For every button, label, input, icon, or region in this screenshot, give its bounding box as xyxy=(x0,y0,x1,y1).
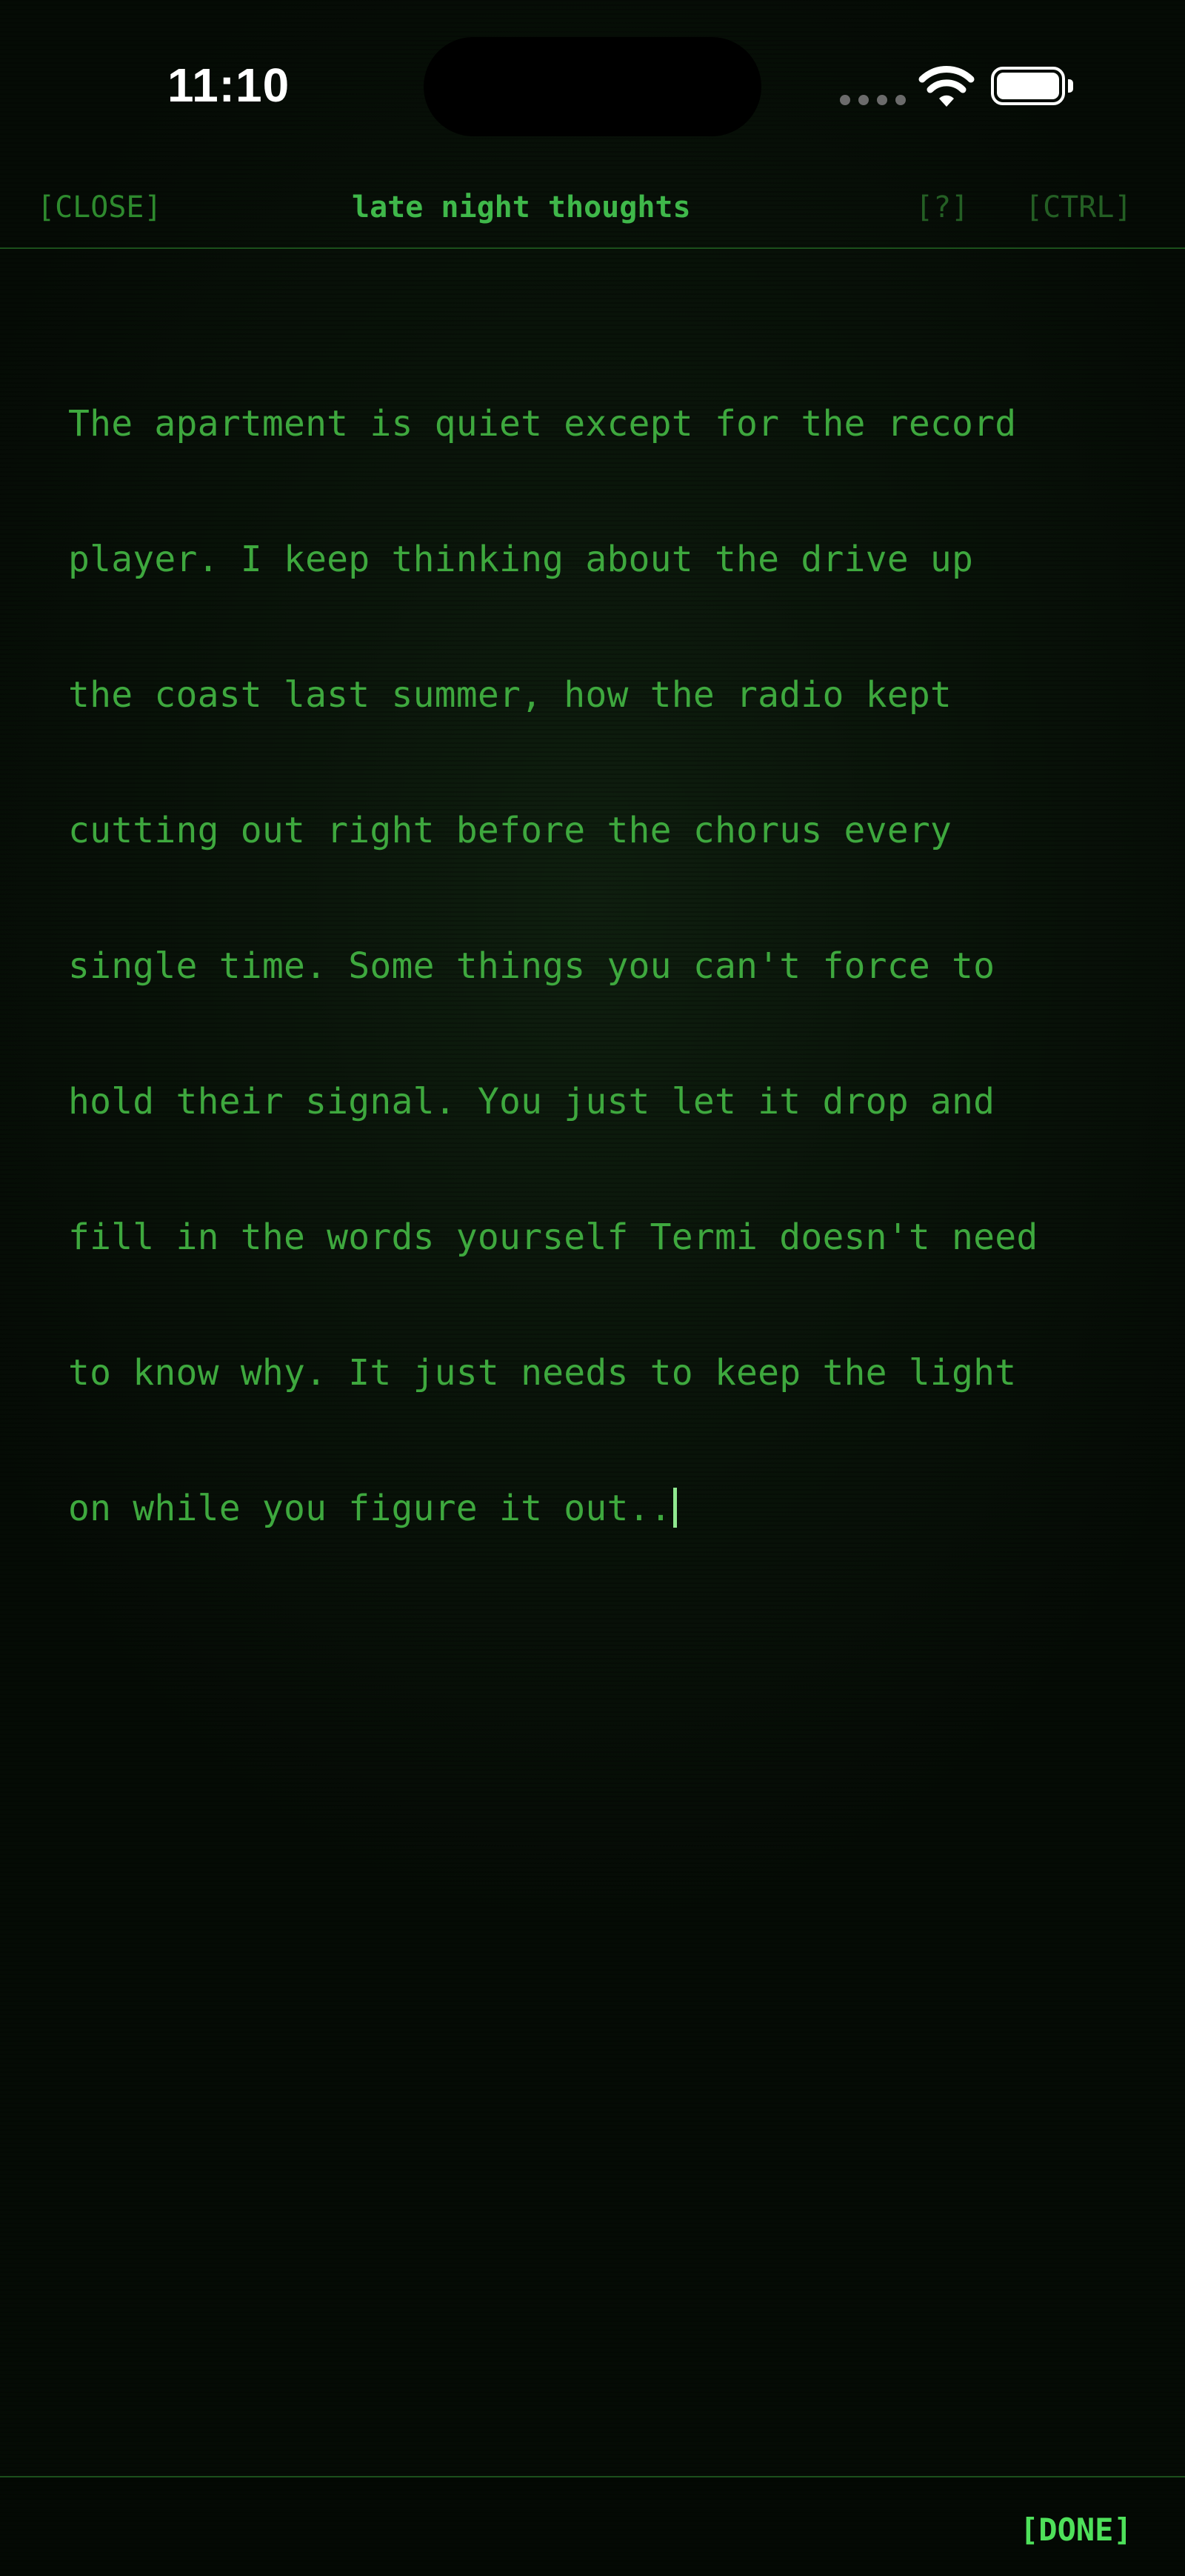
editor-line: single time. Some things you can't force… xyxy=(68,945,995,987)
battery-icon xyxy=(991,67,1074,108)
status-time: 11:10 xyxy=(167,59,290,112)
editor-line: cutting out right before the chorus ever… xyxy=(68,810,952,851)
editor-line-text: on while you figure it out.. xyxy=(68,1488,672,1529)
cellular-signal-icon xyxy=(840,95,906,105)
text-cursor-icon xyxy=(672,1488,677,1528)
editor-line: to know why. It just needs to keep the l… xyxy=(68,1352,1017,1394)
editor-line: the coast last summer, how the radio kep… xyxy=(68,674,952,716)
editor-line: player. I keep thinking about the drive … xyxy=(68,539,974,580)
editor-last-line: on while you figure it out.. xyxy=(68,1486,1149,1531)
battery-fill xyxy=(997,73,1059,99)
ctrl-button[interactable]: [CTRL] xyxy=(1025,190,1132,225)
editor-line: The apartment is quiet except for the re… xyxy=(68,403,1017,445)
wifi-icon xyxy=(918,66,975,107)
dynamic-island xyxy=(424,37,761,136)
battery-cap xyxy=(1068,79,1073,93)
editor-line: fill in the words yourself Termi doesn't… xyxy=(68,1217,1038,1258)
editor-header: [CLOSE] late night thoughts [?] [CTRL] xyxy=(0,175,1185,249)
done-button[interactable]: [DONE] xyxy=(1020,2512,1132,2549)
editor-footer: [DONE] xyxy=(0,2476,1185,2576)
text-editor[interactable]: The apartment is quiet except for the re… xyxy=(68,311,1149,1622)
document-title: late night thoughts xyxy=(352,190,691,224)
editor-screen: 11:10 [CLOSE] late night thoughts [?] [C… xyxy=(0,0,1185,2576)
help-button[interactable]: [?] xyxy=(915,190,969,225)
editor-line: hold their signal. You just let it drop … xyxy=(68,1081,995,1122)
close-button[interactable]: [CLOSE] xyxy=(37,190,162,225)
status-bar: 11:10 xyxy=(0,0,1185,148)
